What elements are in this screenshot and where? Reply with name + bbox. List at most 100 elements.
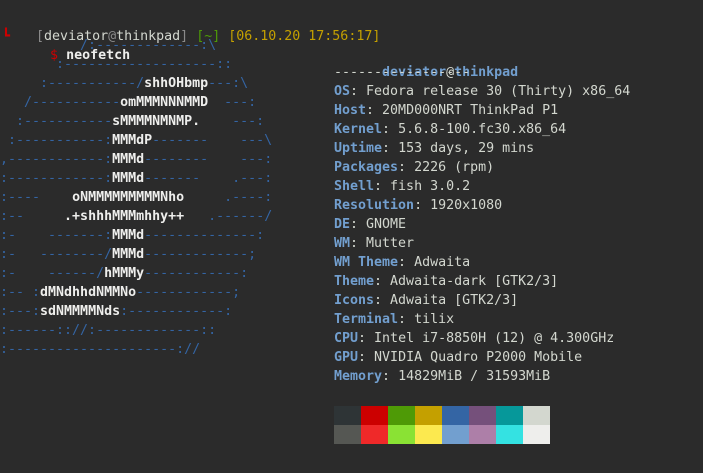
logo-line: :-------------------::: [0, 57, 233, 72]
info-row: Packages: 2226 (rpm): [334, 158, 494, 177]
info-row: Shell: fish 3.0.2: [334, 177, 470, 196]
info-key-suffix: :: [398, 160, 415, 175]
info-key-suffix: :: [382, 122, 399, 137]
logo-line: /-----------omMMMNNNMMD ---:: [0, 95, 257, 110]
info-key-suffix: :: [350, 217, 367, 232]
info-row: Uptime: 153 days, 29 mins: [334, 139, 534, 158]
info-value: NVIDIA Quadro P2000 Mobile: [374, 350, 583, 365]
info-key-suffix: :: [382, 369, 399, 384]
info-key: Terminal: [334, 312, 399, 327]
info-key-suffix: :: [414, 198, 431, 213]
info-value: 2226 (rpm): [414, 160, 495, 175]
info-row: Theme: Adwaita-dark [GTK2/3]: [334, 272, 558, 291]
info-value: Adwaita [GTK2/3]: [390, 293, 519, 308]
logo-line: :-----------sMMMMNMNMP. ---:: [0, 114, 265, 129]
palette-swatch: [415, 425, 442, 444]
palette-swatch: [334, 425, 361, 444]
info-title: deviator@thinkpad: [334, 44, 518, 80]
palette-swatch: [469, 425, 496, 444]
palette-swatch: [361, 406, 388, 425]
info-row: DE: GNOME: [334, 215, 406, 234]
logo-line: :-- :dMNdhhdNMMNo------------;: [0, 285, 241, 300]
info-key: DE: [334, 217, 351, 232]
info-row: OS: Fedora release 30 (Thirty) x86_64: [334, 82, 630, 101]
info-key: Packages: [334, 160, 399, 175]
logo-line: :- -------:MMMd--------------:: [0, 228, 265, 243]
info-key-suffix: :: [350, 84, 367, 99]
palette-swatch: [442, 425, 469, 444]
logo-line: :------------:MMMd------- .---:: [0, 171, 273, 186]
logo-line: :---------------------://: [0, 342, 201, 357]
palette-swatch: [442, 406, 469, 425]
info-value: Intel i7-8850H (12) @ 4.300GHz: [374, 331, 615, 346]
info-key: GPU: [334, 350, 359, 365]
info-key-suffix: :: [358, 350, 375, 365]
info-key: CPU: [334, 331, 359, 346]
info-value: Adwaita: [414, 255, 471, 270]
palette-swatch: [469, 406, 496, 425]
info-key: Shell: [334, 179, 375, 194]
info-value: tilix: [414, 312, 455, 327]
info-key-suffix: :: [366, 103, 383, 118]
logo-line: :- --------/MMMd-------------;: [0, 247, 257, 262]
prompt-timestamp: [06.10.20 17:56:17]: [228, 29, 381, 44]
palette-swatch: [523, 425, 550, 444]
info-key: Memory: [334, 369, 383, 384]
info-value: Fedora release 30 (Thirty) x86_64: [366, 84, 631, 99]
info-key-suffix: :: [374, 179, 391, 194]
info-key: Host: [334, 103, 367, 118]
info-row: WM: Mutter: [334, 234, 414, 253]
info-value: 1920x1080: [430, 198, 503, 213]
info-row: Resolution: 1920x1080: [334, 196, 502, 215]
palette-swatch: [496, 406, 523, 425]
terminal-window[interactable]: [deviator@thinkpad] [~] [06.10.20 17:56:…: [0, 0, 703, 473]
info-value: 14829MiB / 31593MiB: [398, 369, 551, 384]
info-key: Icons: [334, 293, 375, 308]
info-row: Host: 20MD000NRT ThinkPad P1: [334, 101, 558, 120]
info-key-suffix: :: [350, 236, 367, 251]
logo-line: /:-------------:\: [0, 38, 217, 53]
info-key-suffix: :: [374, 293, 391, 308]
info-row: Terminal: tilix: [334, 310, 454, 329]
info-key-suffix: :: [398, 255, 415, 270]
palette-swatch: [361, 425, 388, 444]
palette-swatch: [523, 406, 550, 425]
info-key-suffix: :: [382, 141, 399, 156]
info-value: fish 3.0.2: [390, 179, 471, 194]
info-key: Resolution: [334, 198, 415, 213]
info-row: GPU: NVIDIA Quadro P2000 Mobile: [334, 348, 582, 367]
info-row: Memory: 14829MiB / 31593MiB: [334, 367, 550, 386]
info-value: Adwaita-dark [GTK2/3]: [390, 274, 559, 289]
logo-line: ,------------:MMMd-------- ---:: [0, 152, 273, 167]
logo-line: :- ------/hMMMy------------:: [0, 266, 249, 281]
info-row: Kernel: 5.6.8-100.fc30.x86_64: [334, 120, 566, 139]
palette-swatch: [496, 425, 523, 444]
info-row: Icons: Adwaita [GTK2/3]: [334, 291, 518, 310]
info-key: Kernel: [334, 122, 383, 137]
logo-line: :---:sdNMMMMNds:------------:: [0, 304, 233, 319]
palette-swatch: [388, 406, 415, 425]
info-key: OS: [334, 84, 351, 99]
info-value: 5.6.8-100.fc30.x86_64: [398, 122, 567, 137]
logo-line: :-- .+shhhMMMmhhy++ .------/: [0, 209, 273, 224]
logo-line: :-----------:MMMdP------- ---\: [0, 133, 273, 148]
logo-line: :---- oNMMMMMMMMMNho .----:: [0, 190, 273, 205]
info-key-suffix: :: [398, 312, 415, 327]
info-key: Theme: [334, 274, 375, 289]
info-value: GNOME: [366, 217, 407, 232]
palette-swatch: [415, 406, 442, 425]
info-value: 153 days, 29 mins: [398, 141, 535, 156]
palette-swatch: [388, 425, 415, 444]
prompt-line: [deviator@thinkpad] [~] [06.10.20 17:56:…: [4, 8, 380, 44]
info-row: WM Theme: Adwaita: [334, 253, 470, 272]
color-palette: [334, 406, 550, 444]
info-separator: -----------------: [334, 65, 471, 80]
info-key: WM: [334, 236, 351, 251]
logo-line: :-----------/shhOHbmp---:\: [0, 76, 249, 91]
logo-line: :------:://:-------------::: [0, 323, 217, 338]
info-value: 20MD000NRT ThinkPad P1: [382, 103, 559, 118]
info-key: Uptime: [334, 141, 383, 156]
info-value: Mutter: [366, 236, 415, 251]
info-row: CPU: Intel i7-8850H (12) @ 4.300GHz: [334, 329, 614, 348]
palette-swatch: [334, 406, 361, 425]
